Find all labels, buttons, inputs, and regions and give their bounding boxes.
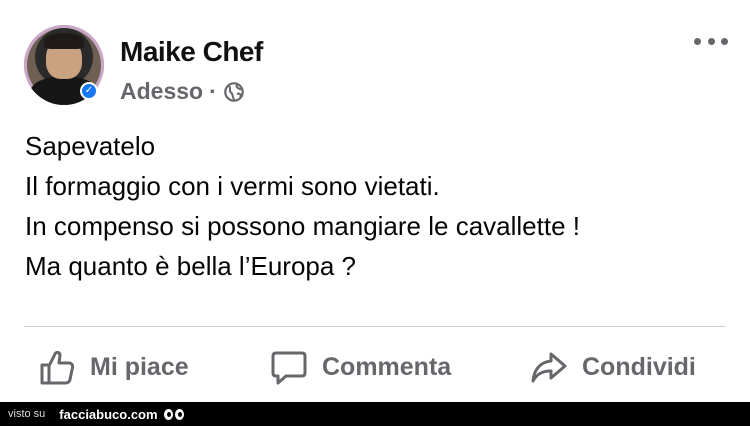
post-text-line: Sapevatelo: [25, 131, 156, 161]
post-text: Sapevatelo Il formaggio con i vermi sono…: [25, 126, 735, 286]
share-label: Condividi: [582, 352, 696, 381]
like-label: Mi piace: [90, 352, 189, 381]
post-text-line: Il formaggio con i vermi sono vietati.: [25, 171, 440, 201]
thumbs-up-icon: [40, 350, 75, 385]
actions-divider: [24, 326, 726, 327]
share-button[interactable]: Condividi: [530, 342, 696, 392]
share-arrow-icon: [531, 352, 567, 383]
eyes-logo-icon: [163, 408, 186, 420]
more-dot: [707, 37, 715, 45]
avatar-hair: [44, 33, 84, 49]
meta-separator: ·: [209, 78, 217, 104]
post-text-line: In compenso si possono mangiare le caval…: [25, 211, 580, 241]
verified-badge-icon: ✓: [80, 82, 98, 100]
more-dot: [721, 37, 728, 45]
comment-label: Commenta: [322, 352, 452, 381]
comment-bubble-icon: [271, 351, 307, 385]
more-options-icon[interactable]: [694, 34, 728, 48]
post-actions-bar: Mi piace Commenta Condividi: [0, 342, 750, 392]
post-timestamp[interactable]: Adesso: [120, 78, 203, 105]
watermark-bar: visto su facciabuco.com: [0, 402, 750, 426]
comment-button[interactable]: Commenta: [270, 342, 451, 392]
facebook-post: ✓ Maike Chef Adesso · Sapevatelo Il form…: [0, 0, 750, 402]
post-meta: Adesso ·: [120, 78, 245, 105]
author-name[interactable]: Maike Chef: [120, 36, 263, 68]
globe-icon[interactable]: [223, 81, 245, 103]
eye-icon: [174, 408, 184, 420]
site-name[interactable]: facciabuco.com: [59, 407, 157, 422]
like-button[interactable]: Mi piace: [38, 342, 189, 392]
post-text-line: Ma quanto è bella l’Europa ?: [25, 251, 357, 281]
seen-on-label: visto su: [8, 408, 46, 420]
eye-icon: [163, 408, 173, 420]
more-dot: [694, 37, 701, 45]
